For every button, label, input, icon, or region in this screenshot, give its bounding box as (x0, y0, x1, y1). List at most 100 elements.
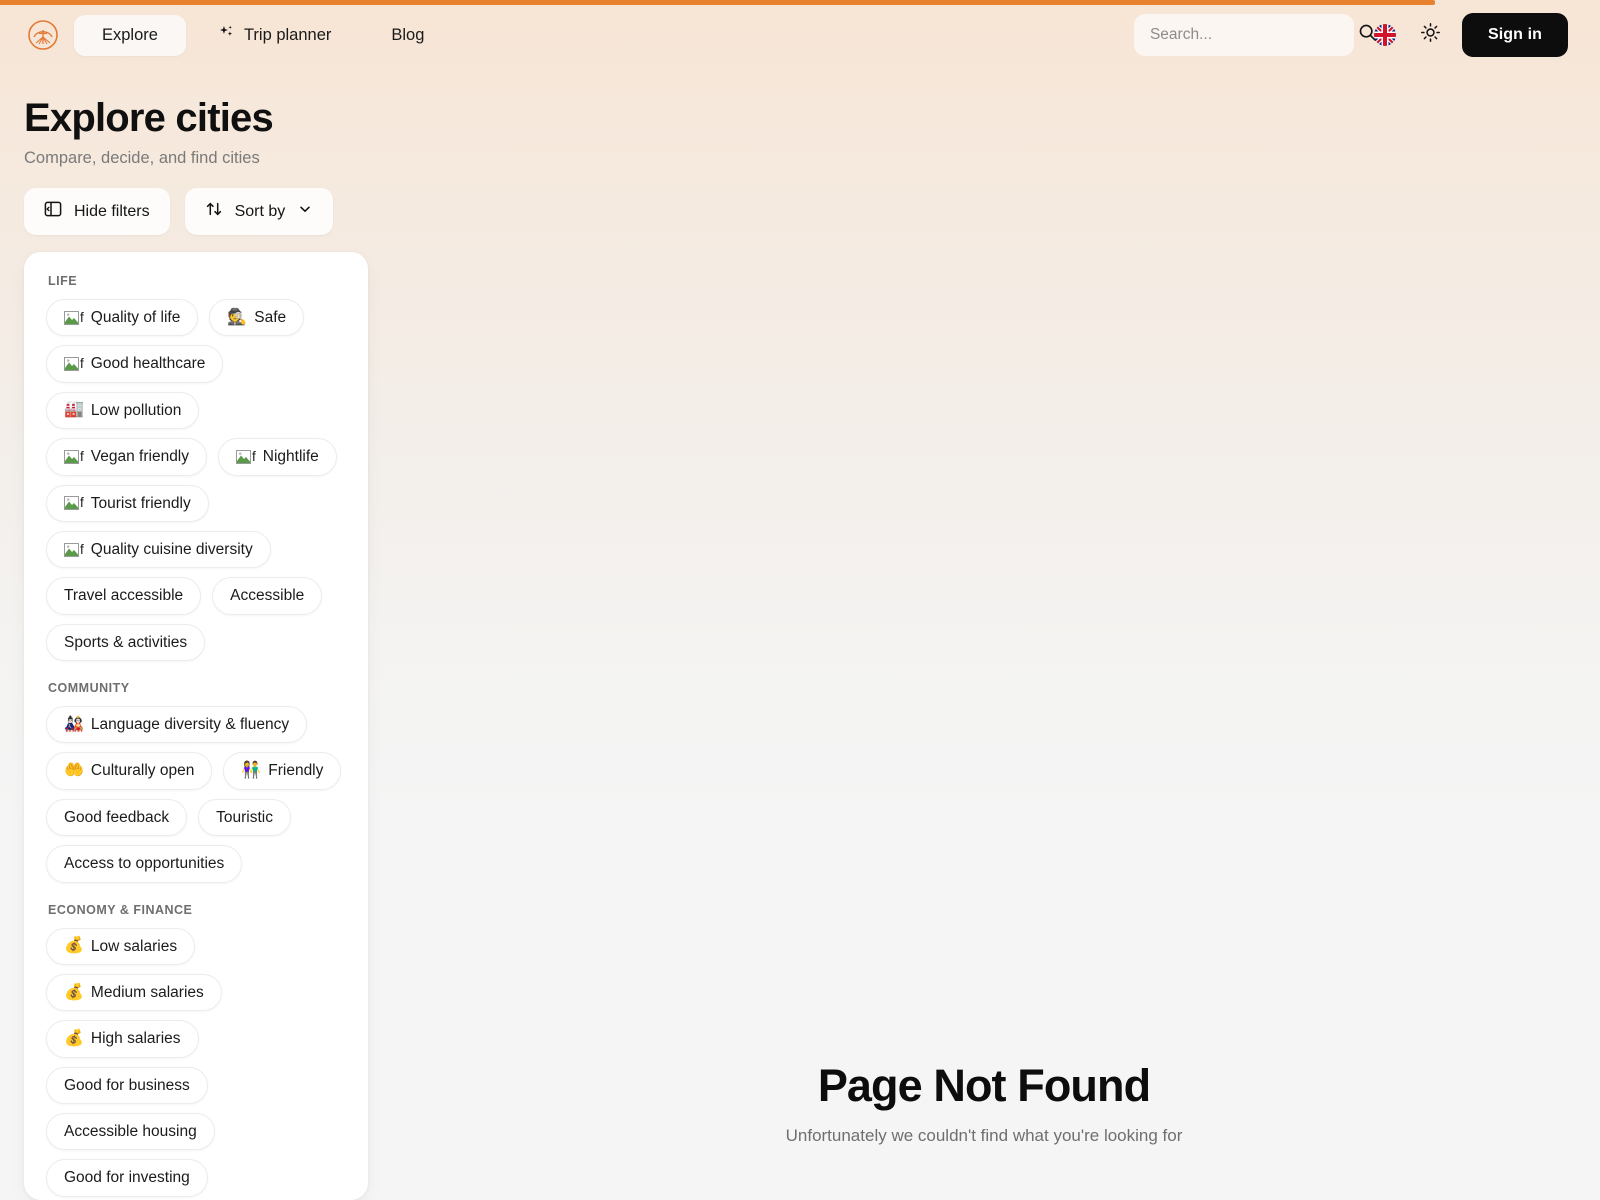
site-header: Explore Trip planner Blog Search... Sign… (0, 0, 1600, 70)
filter-chip-emoji-icon: 💰 (64, 937, 84, 955)
filters-toolbar: Hide filters Sort by (24, 188, 334, 235)
filter-chip-label: Medium salaries (90, 983, 204, 1001)
sort-by-label: Sort by (234, 202, 286, 220)
filter-chip-emoji-icon: 🏭 (64, 401, 84, 419)
filter-group-title: LIFE (48, 274, 78, 288)
filter-chip-label: Quality of life (90, 309, 181, 326)
broken-image-icon: f (236, 449, 256, 465)
chevron-down-icon (297, 201, 313, 222)
filter-chip-emoji-icon: 👫 (241, 762, 262, 780)
filter-chip[interactable]: 🏭 Low pollution (46, 391, 200, 430)
filter-chip-emoji-icon: 🤲 (64, 762, 84, 780)
filter-chip[interactable]: Sports & activities (46, 623, 206, 661)
filter-chip[interactable]: Good for investing (46, 1159, 208, 1197)
nav-item-blog[interactable]: Blog (363, 15, 452, 56)
filter-chip[interactable]: Touristic (198, 798, 291, 837)
broken-image-icon: f (64, 357, 84, 372)
filter-chip-list: 💰 Low salaries 💰 Medium salaries 💰 High salar… (46, 927, 346, 1200)
sparkles-icon (218, 24, 235, 46)
header-actions: Sign in (1133, 13, 1576, 57)
filter-group-title: ECONOMY & FINANCE (48, 902, 193, 917)
sort-by-button[interactable]: Sort by (184, 188, 334, 235)
theme-toggle-button[interactable] (1416, 20, 1446, 50)
filter-chip-label: Good for business (64, 1076, 190, 1094)
broken-image-icon: f (64, 542, 84, 557)
hide-filters-label: Hide filters (74, 202, 150, 220)
filter-chip[interactable]: 🕵️ Safe (209, 299, 305, 337)
filter-chip[interactable]: Access to opportunities (46, 845, 243, 883)
language-flag-button[interactable] (1370, 20, 1400, 50)
broken-image-icon: f (64, 309, 84, 325)
filter-chip-label: Low salaries (90, 937, 178, 955)
hide-filters-button[interactable]: Hide filters (24, 188, 170, 235)
filter-chip[interactable]: Accessible (212, 577, 323, 615)
filter-chip[interactable]: 👫 Friendly (223, 752, 342, 790)
broken-image-alt-text: f (252, 449, 256, 465)
filter-chip-label: Sports & activities (64, 633, 188, 651)
nav-item-explore-label: Explore (102, 25, 158, 44)
sun-icon (1420, 22, 1441, 48)
filter-chip[interactable]: 🤲 Culturally open (46, 752, 213, 790)
filter-chip-label: Nightlife (262, 448, 319, 466)
filter-chip[interactable]: f Nightlife (218, 438, 337, 476)
filter-chip-label: Friendly (268, 762, 324, 780)
filter-chip-label: Good feedback (64, 808, 170, 826)
uk-flag-icon (1373, 24, 1396, 46)
filter-chip[interactable]: f Quality of life (46, 299, 199, 337)
filter-chip-emoji-icon: 🕵️ (227, 308, 248, 326)
filter-chip[interactable]: 💰 Low salaries (46, 927, 196, 965)
compass-logo-icon[interactable] (26, 18, 60, 52)
filter-group: LIFE f Quality of life 🕵️ Safe f Good healthca… (46, 274, 346, 661)
not-found-subtitle: Unfortunately we couldn't find what you'… (785, 1126, 1183, 1145)
filter-chip[interactable]: Good for business (46, 1066, 208, 1104)
filter-chip[interactable]: Accessible housing (46, 1113, 215, 1151)
filter-chip-list: 🎎 Language diversity & fluency 🤲 Culturally… (46, 706, 346, 883)
nav-item-explore[interactable]: Explore (74, 14, 186, 56)
filter-chip[interactable]: f Vegan friendly (46, 438, 208, 476)
filter-group: COMMUNITY 🎎 Language diversity & fluency 🤲 C… (46, 681, 346, 883)
filter-chip-emoji-icon: 💰 (64, 1029, 84, 1047)
filter-chip[interactable]: Travel accessible (46, 577, 202, 615)
filter-chip-label: Accessible (230, 587, 305, 605)
sort-arrows-icon (205, 200, 223, 223)
page-heading: Explore cities Compare, decide, and find… (24, 96, 274, 168)
filter-chip-label: Quality cuisine diversity (90, 540, 253, 558)
filter-chip-label: Safe (254, 309, 287, 326)
filter-chip-emoji-icon: 💰 (64, 983, 84, 1001)
filter-chip[interactable]: Good feedback (46, 798, 188, 837)
filter-chip[interactable]: f Quality cuisine diversity (46, 530, 271, 569)
filter-group: ECONOMY & FINANCE 💰 Low salaries 💰 Medium sa… (46, 903, 346, 1200)
not-found-title: Page Not Found (817, 1060, 1151, 1111)
search-box[interactable] (1133, 14, 1376, 56)
filter-chip[interactable]: f Tourist friendly (46, 484, 209, 522)
search-input[interactable] (1149, 26, 1350, 44)
filter-chip-label: Good for investing (64, 1169, 190, 1187)
filter-chip[interactable]: 💰 Medium salaries (46, 973, 222, 1012)
page-title: Explore cities (24, 96, 274, 140)
filter-chip-label: Vegan friendly (90, 448, 190, 466)
panel-left-close-icon (44, 200, 62, 223)
filter-chip-label: Low pollution (90, 401, 182, 419)
filter-chip[interactable]: f Good healthcare (46, 345, 224, 383)
nav-item-trip-planner[interactable]: Trip planner (190, 13, 359, 57)
progress-fill (0, 0, 1436, 5)
broken-image-alt-text: f (80, 495, 84, 511)
filter-chip-emoji-icon: 🎎 (64, 715, 84, 733)
filter-chip[interactable]: 💰 High salaries (46, 1020, 199, 1058)
filter-groups: LIFE f Quality of life 🕵️ Safe f Good healthca… (46, 274, 346, 1200)
broken-image-alt-text: f (80, 449, 84, 465)
filter-group-title: COMMUNITY (48, 681, 130, 695)
page-load-progress-bar (0, 0, 1600, 5)
filter-chip-label: Travel accessible (64, 587, 184, 605)
broken-image-alt-text: f (80, 309, 84, 325)
filter-chip-label: Access to opportunities (64, 855, 225, 873)
filter-chip-label: Tourist friendly (90, 494, 191, 512)
filter-chip-label: Good healthcare (90, 355, 206, 373)
filters-panel: LIFE f Quality of life 🕵️ Safe f Good healthca… (24, 252, 368, 1200)
filter-chip-label: Language diversity & fluency (90, 716, 290, 733)
filter-chip[interactable]: 🎎 Language diversity & fluency (46, 706, 308, 744)
main-navigation: Explore Trip planner Blog (74, 13, 452, 57)
filter-chip-label: High salaries (90, 1030, 181, 1048)
sign-in-button[interactable]: Sign in (1461, 13, 1568, 57)
nav-item-blog-label: Blog (391, 25, 425, 44)
